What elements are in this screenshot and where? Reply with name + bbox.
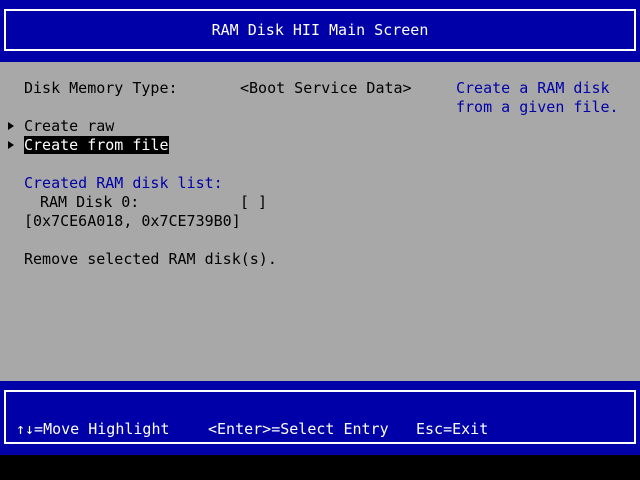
create-from-file-item[interactable]: Create from file <box>24 136 169 154</box>
ram-disk-0-checkbox[interactable]: [ ] <box>240 193 267 211</box>
help-text-line1: Create a RAM disk <box>456 79 610 97</box>
page-title: RAM Disk HII Main Screen <box>211 21 429 39</box>
exit-hint: Esc=Exit <box>416 420 489 438</box>
disk-memory-type-select[interactable]: <Boot Service Data> <box>240 79 412 97</box>
create-raw-item[interactable]: Create raw <box>24 117 114 135</box>
disk-memory-type-label: Disk Memory Type: <box>24 79 178 97</box>
title-bar: RAM Disk HII Main Screen <box>0 0 640 62</box>
create-from-file-arrow-icon <box>8 141 14 149</box>
main-panel: Disk Memory Type: <Boot Service Data> Cr… <box>0 62 640 381</box>
created-list-heading: Created RAM disk list: <box>24 174 223 192</box>
create-raw-arrow-icon <box>8 122 14 130</box>
footer-bar: ↑↓=Move Highlight <Enter>=Select Entry E… <box>0 381 640 455</box>
bottom-strip <box>0 455 640 480</box>
select-entry-hint: <Enter>=Select Entry <box>208 420 389 438</box>
ram-disk-0-range: [0x7CE6A018, 0x7CE739B0] <box>24 212 241 230</box>
remove-selected-item[interactable]: Remove selected RAM disk(s). <box>24 250 277 268</box>
help-text-line2: from a given file. <box>456 98 619 116</box>
move-highlight-hint: ↑↓=Move Highlight <box>16 420 170 438</box>
ram-disk-0-label: RAM Disk 0: <box>40 193 140 211</box>
bios-screen: RAM Disk HII Main Screen Disk Memory Typ… <box>0 0 640 480</box>
